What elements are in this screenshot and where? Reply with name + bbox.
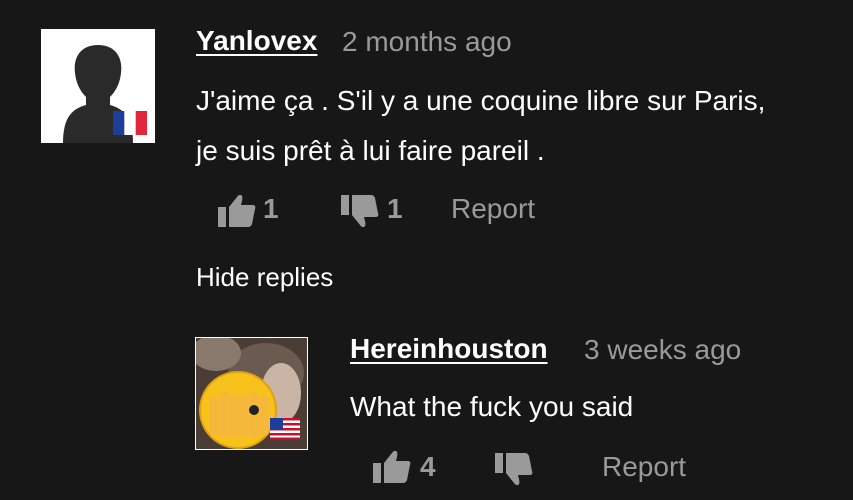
reply-timestamp: 3 weeks ago (584, 334, 742, 365)
comment-like-count: 1 (263, 193, 279, 224)
comment-timestamp: 2 months ago (342, 26, 512, 57)
thumbs-down-icon (341, 195, 379, 228)
comment-avatar[interactable] (41, 29, 155, 143)
reply-report-button[interactable]: Report (602, 451, 686, 483)
comment-dislike-count: 1 (387, 193, 403, 224)
reply-avatar[interactable] (195, 337, 308, 450)
hide-replies-button[interactable]: Hide replies (196, 262, 333, 293)
thumbs-up-icon (218, 194, 256, 227)
comment-author-link[interactable]: Yanlovex (196, 25, 317, 57)
usa-flag-icon (270, 418, 300, 440)
thumbs-up-icon (373, 450, 411, 483)
reply-text: What the fuck you said (350, 391, 634, 422)
reply-author-link[interactable]: Hereinhouston (350, 333, 548, 365)
france-flag-icon (113, 111, 147, 135)
thumbs-down-icon (495, 453, 533, 486)
reply-like-count: 4 (420, 451, 436, 482)
comment-text: J'aime ça . S'il y a une coquine libre s… (196, 85, 766, 166)
comment-report-button[interactable]: Report (451, 193, 535, 225)
